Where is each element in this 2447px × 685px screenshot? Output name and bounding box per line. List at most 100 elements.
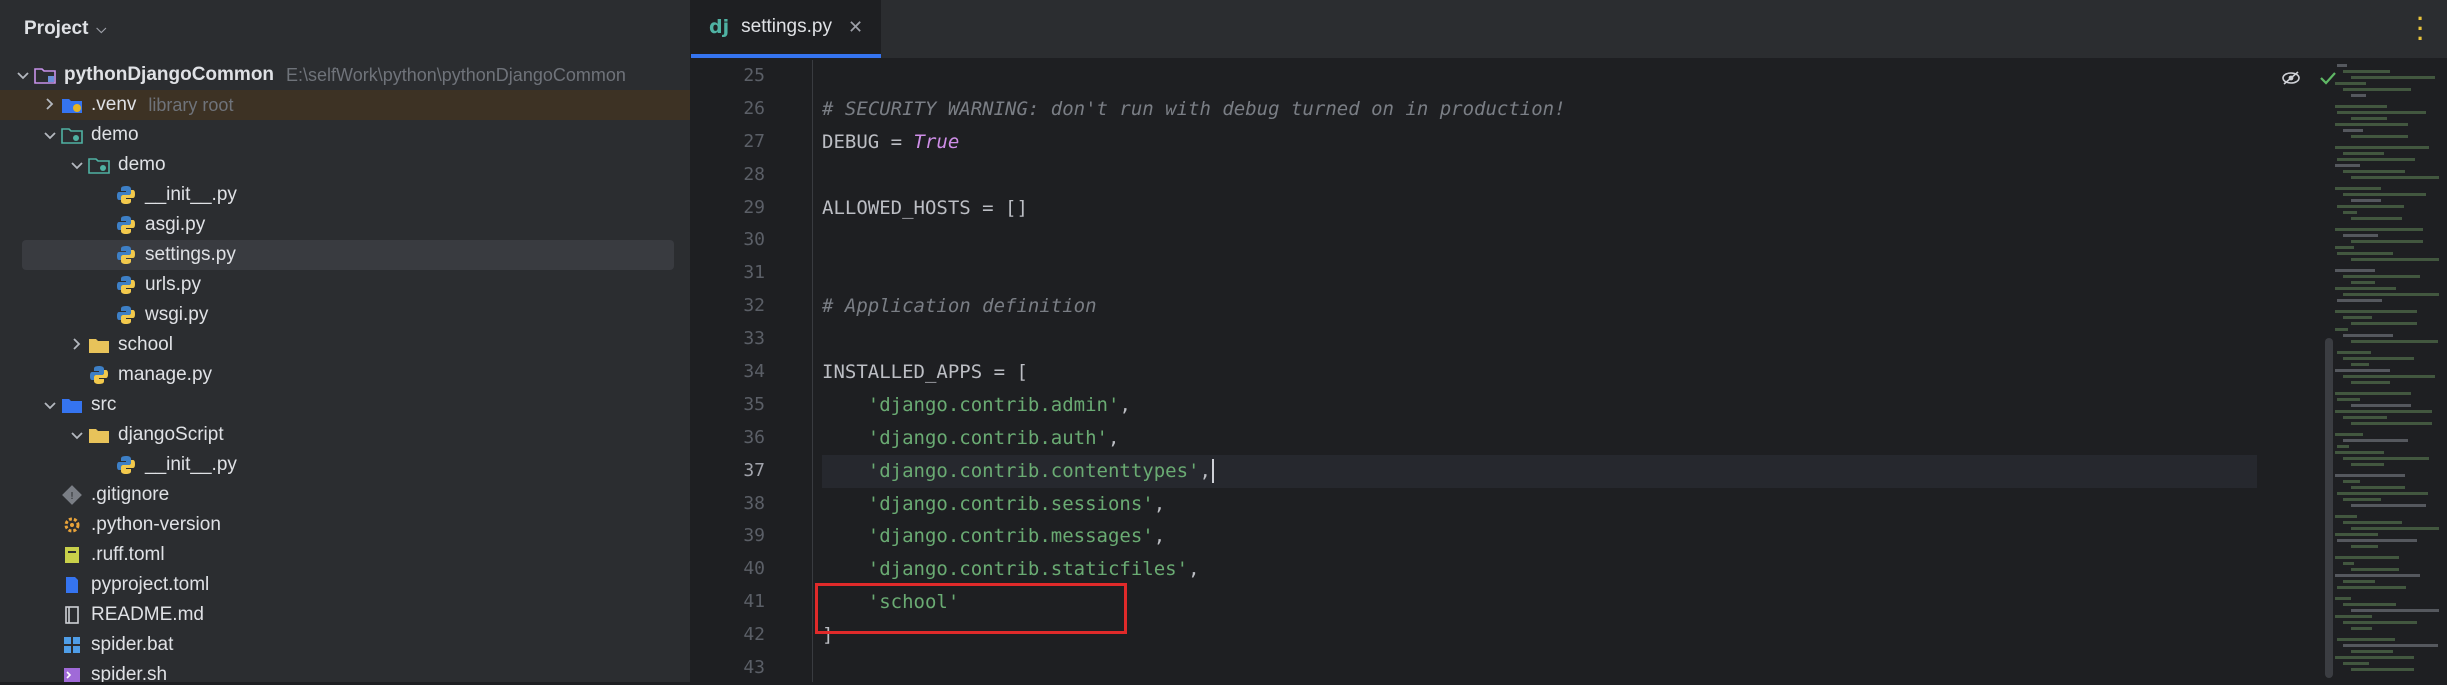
tree-item-demo[interactable]: demo [0,150,690,180]
minimap-line [2351,650,2393,653]
minimap-line [2335,533,2378,536]
tree-item-ruff-toml[interactable]: .ruff.toml [0,540,690,570]
chevron-down-icon[interactable] [39,127,61,143]
tree-item-venv[interactable]: .venv library root [0,90,690,120]
minimap-line [2343,88,2411,91]
minimap-line [2337,158,2415,161]
minimap-line [2343,170,2405,173]
minimap-line [2337,586,2406,589]
tree-item-src[interactable]: src [0,390,690,420]
code-line[interactable]: INSTALLED_APPS = [ [822,356,2257,389]
tree-item-readme-md[interactable]: README.md [0,600,690,630]
shell-file-icon [61,665,83,682]
tree-item-school[interactable]: school [0,330,690,360]
line-number: 32 [743,295,765,317]
windows-bat-file-icon [61,635,83,655]
code-line[interactable]: ALLOWED_HOSTS = [] [822,192,2257,225]
tree-item-init-py[interactable]: __init__.py [0,450,690,480]
config-file-icon [61,515,83,535]
minimap-line [2351,76,2435,79]
vertical-scrollbar[interactable] [2325,338,2333,678]
tree-item-label: pythonDjangoCommon [64,64,275,85]
folder-icon [88,335,110,355]
code-line[interactable]: # Application definition [822,290,2257,323]
chevron-down-icon: ⌵ [96,21,107,36]
tree-item-pyproject-toml[interactable]: pyproject.toml [0,570,690,600]
minimap-line [2335,451,2384,454]
minimap-line [2335,515,2357,518]
minimap-line [2351,340,2438,343]
tree-item-djangoscript[interactable]: djangoScript [0,420,690,450]
minimap-line [2337,638,2395,641]
tree-item-urls-py[interactable]: urls.py [0,270,690,300]
tree-item-wsgi-py[interactable]: wsgi.py [0,300,690,330]
close-tab-icon[interactable]: ✕ [848,17,863,38]
tree-item-demo[interactable]: demo [0,120,690,150]
python-file-icon [115,245,137,265]
code-line[interactable] [822,60,2257,93]
minimap-line [2335,474,2405,477]
line-number: 31 [743,262,765,284]
chevron-down-icon[interactable] [12,67,34,83]
minimap-line [2335,556,2399,559]
minimap-line [2335,187,2381,190]
tree-item-settings-py[interactable]: settings.py [0,240,690,270]
code-minimap[interactable] [2335,60,2443,682]
python-file-icon [115,215,137,235]
minimap-line [2351,545,2378,548]
line-number: 37 [743,459,765,481]
minimap-line [2351,363,2369,366]
chevron-down-icon[interactable] [66,157,88,173]
minimap-line [2335,656,2414,659]
tree-item-hint: library root [148,94,234,115]
code-line[interactable]: DEBUG = True [822,126,2257,159]
tree-item-init-py[interactable]: __init__.py [0,180,690,210]
tree-item-spider-sh[interactable]: spider.sh [0,660,690,682]
code-token: # SECURITY WARNING: don't run with debug… [822,97,1566,120]
line-number: 34 [743,361,765,383]
project-pane-title: Project [24,18,89,39]
code-line[interactable] [822,323,2257,356]
code-line[interactable]: 'django.contrib.messages', [822,520,2257,553]
tree-item-spider-bat[interactable]: spider.bat [0,630,690,660]
code-line[interactable] [822,257,2257,290]
tree-item-label: djangoScript [118,424,224,445]
minimap-line [2335,574,2420,577]
line-number: 27 [743,130,765,152]
line-number: 26 [743,97,765,119]
chevron-right-icon[interactable] [66,337,88,353]
chevron-down-icon[interactable] [39,397,61,413]
code-token: 'django.contrib.messages' [867,525,1154,548]
code-line[interactable] [822,224,2257,257]
python-file-icon [115,185,137,205]
project-view-selector[interactable]: Project ⌵ [0,0,690,58]
line-number: 30 [743,229,765,251]
tree-item-pythondjangocommon[interactable]: pythonDjangoCommon E:\selfWork\python\pyt… [0,60,690,90]
chevron-right-icon[interactable] [39,97,61,113]
tree-item-manage-py[interactable]: manage.py [0,360,690,390]
code-line[interactable]: 'django.contrib.admin', [822,389,2257,422]
code-line[interactable]: 'django.contrib.auth', [822,422,2257,455]
tree-item-gitignore[interactable]: ! .gitignore [0,480,690,510]
code-line[interactable]: # SECURITY WARNING: don't run with debug… [822,93,2257,126]
code-line[interactable]: 'django.contrib.sessions', [822,488,2257,521]
code-line[interactable] [822,159,2257,192]
reader-mode-icon[interactable] [2281,70,2301,91]
minimap-line [2343,644,2438,647]
tree-item-python-version[interactable]: .python-version [0,510,690,540]
minimap-line [2335,433,2363,436]
code-line[interactable]: 'django.contrib.staticfiles', [822,553,2257,586]
folder-icon [88,425,110,445]
code-line[interactable]: 'django.contrib.contenttypes', [822,454,2257,488]
minimap-line [2351,527,2439,530]
minimap-line [2351,117,2387,120]
chevron-down-icon[interactable] [66,427,88,443]
tab-settings-py[interactable]: dj settings.py ✕ [691,0,881,58]
code-line[interactable] [822,652,2257,685]
tree-item-asgi-py[interactable]: asgi.py [0,210,690,240]
minimap-line [2351,281,2375,284]
more-options-icon[interactable]: · · · [2417,8,2424,50]
minimap-line [2335,328,2348,331]
python-file-icon [115,455,137,475]
